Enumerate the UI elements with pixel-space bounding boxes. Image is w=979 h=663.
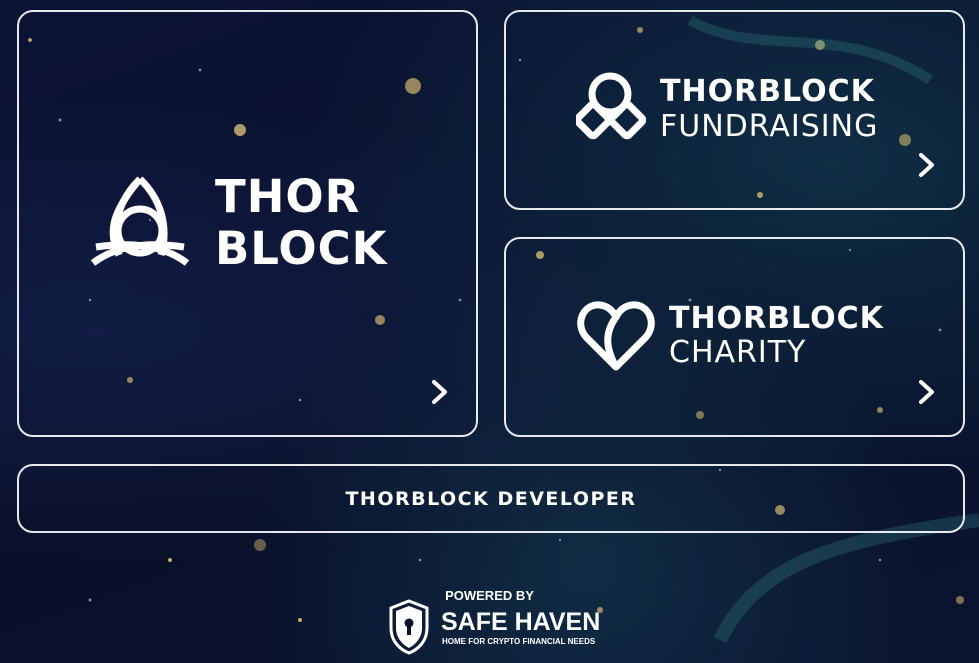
chevron-right-icon	[916, 379, 938, 405]
shield-lock-icon	[389, 599, 429, 655]
charity-brand-text: THORBLOCK	[669, 301, 884, 336]
thorblock-wordmark-line2: BLOCK	[215, 222, 388, 275]
safe-haven-brand: SAFE HAVEN	[441, 608, 601, 636]
fundraising-brand-text: THORBLOCK	[660, 74, 875, 109]
chevron-right-icon	[429, 379, 451, 405]
thorblock-card[interactable]: THOR BLOCK	[17, 10, 478, 437]
heart-icon	[577, 301, 655, 371]
thorblock-developer-button[interactable]: THORBLOCK DEVELOPER	[17, 464, 965, 533]
charity-product-text: CHARITY	[669, 335, 807, 370]
developer-button-label: THORBLOCK DEVELOPER	[345, 487, 637, 510]
triquetra-icon	[90, 176, 190, 266]
thorblock-charity-card[interactable]: THORBLOCK CHARITY	[504, 237, 965, 437]
chevron-right-icon	[916, 152, 938, 178]
thorblock-wordmark-line1: THOR	[215, 170, 361, 223]
powered-by-text: POWERED BY	[445, 588, 534, 603]
interlocked-links-icon	[576, 72, 646, 140]
safe-haven-tagline: HOME FOR CRYPTO FINANCIAL NEEDS	[442, 637, 596, 646]
fundraising-product-text: FUNDRAISING	[660, 109, 879, 144]
thorblock-fundraising-card[interactable]: THORBLOCK FUNDRAISING	[504, 10, 965, 210]
